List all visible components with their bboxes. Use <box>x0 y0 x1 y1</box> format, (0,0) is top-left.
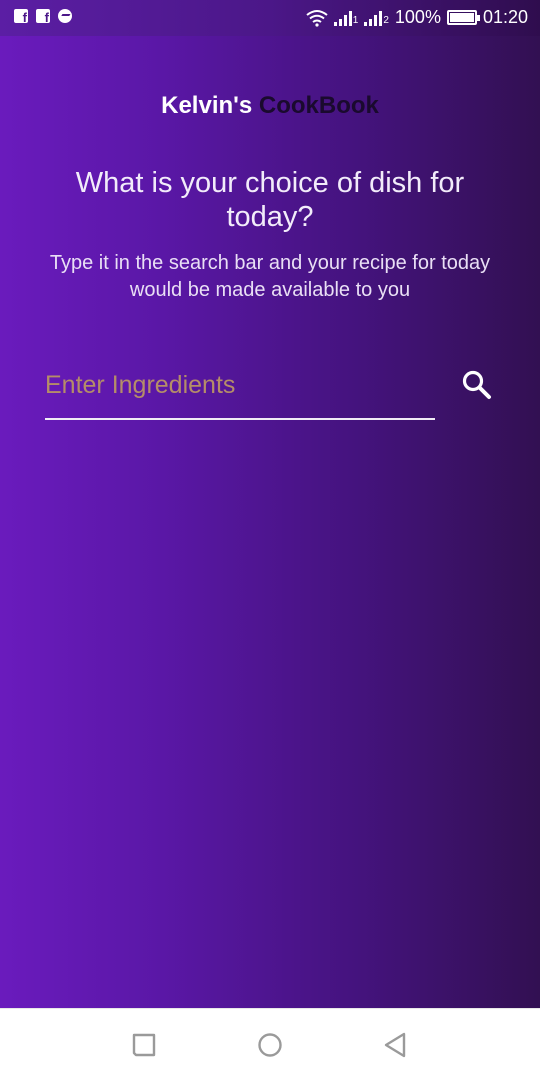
ingredients-search-input[interactable] <box>45 364 435 406</box>
sim2-label: 2 <box>383 14 389 26</box>
sim1-signal: 1 <box>333 10 359 26</box>
status-indicators: 1 2 100% 01:20 <box>306 7 528 28</box>
page-subtext: Type it in the search bar and your recip… <box>49 252 491 301</box>
clock: 01:20 <box>482 7 528 27</box>
status-bar: 1 2 100% 01:20 <box>0 0 540 36</box>
facebook-icon <box>14 9 28 25</box>
wifi-icon <box>306 9 328 27</box>
signal-icon <box>333 10 352 26</box>
app-title-owner: Kelvin's <box>161 92 253 119</box>
battery-icon <box>446 10 480 25</box>
search-underline <box>45 418 435 420</box>
sim2-signal: 2 <box>364 10 389 26</box>
navigation-bar <box>0 1008 540 1080</box>
sim1-label: 1 <box>352 14 359 26</box>
battery-percent: 100% <box>394 7 441 27</box>
back-icon[interactable] <box>380 1029 412 1061</box>
search-icon[interactable] <box>460 368 494 402</box>
messenger-icon <box>58 9 72 23</box>
recent-apps-icon[interactable] <box>128 1029 160 1061</box>
app-screen: 1 2 100% 01:20 Kelvin's CookBook What is… <box>0 0 540 1080</box>
app-title-name: CookBook <box>258 92 379 119</box>
signal-icon <box>364 10 383 26</box>
home-icon[interactable] <box>254 1029 286 1061</box>
app-title: Kelvin's CookBook <box>0 92 540 120</box>
page-headline: What is your choice of dish for today? <box>75 167 465 233</box>
notification-icons <box>14 9 72 25</box>
facebook-icon <box>36 9 50 25</box>
